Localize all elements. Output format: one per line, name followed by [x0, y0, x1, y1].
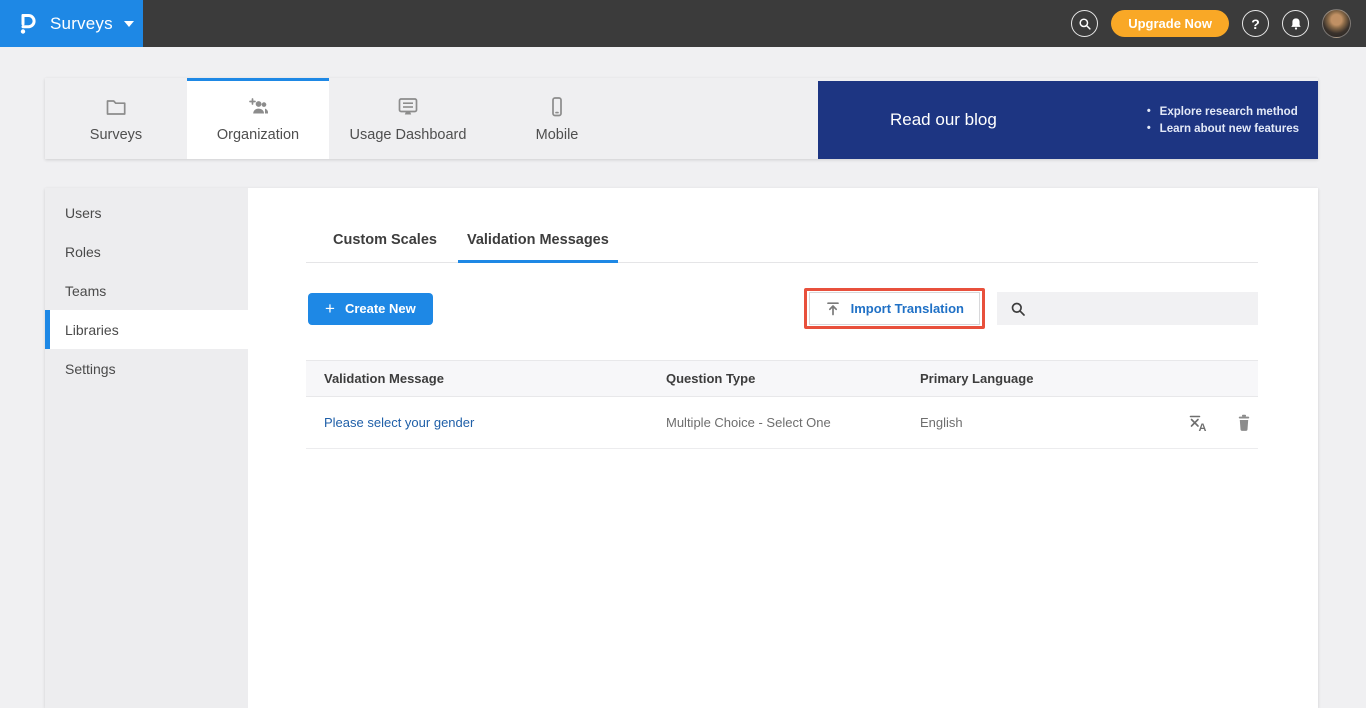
nav-tab-mobile[interactable]: Mobile: [487, 78, 627, 159]
banner-title: Read our blog: [890, 110, 997, 130]
sidebar-item-libraries[interactable]: Libraries: [45, 310, 248, 349]
table-header-row: Validation Message Question Type Primary…: [306, 360, 1258, 397]
sidebar-item-label: Libraries: [65, 322, 119, 338]
search-input[interactable]: [1034, 292, 1258, 325]
question-type-cell: Multiple Choice - Select One: [648, 415, 902, 430]
banner-bullet-item: • Learn about new features: [1147, 123, 1299, 135]
sidebar-item-label: Users: [65, 205, 102, 221]
trash-icon[interactable]: [1232, 411, 1256, 435]
table-row: Please select your gender Multiple Choic…: [306, 397, 1258, 449]
main-card: Users Roles Teams Libraries Settings Cus…: [45, 188, 1318, 708]
topbar: Surveys Upgrade Now ?: [0, 0, 1366, 47]
sidebar-item-users[interactable]: Users: [45, 193, 248, 232]
validation-message-link[interactable]: Please select your gender: [324, 415, 474, 430]
sidebar-item-label: Roles: [65, 244, 101, 260]
blog-banner[interactable]: Read our blog • Explore research method …: [818, 81, 1318, 159]
banner-bullet-item: • Explore research method: [1147, 106, 1299, 118]
product-name: Surveys: [50, 14, 113, 34]
create-new-button[interactable]: + Create New: [308, 293, 433, 325]
plus-icon: +: [325, 300, 335, 317]
header-primary-language: Primary Language: [902, 371, 1140, 386]
table-search-box[interactable]: [997, 292, 1258, 325]
dashboard-icon: [395, 94, 421, 120]
nav-tab-usage-dashboard[interactable]: Usage Dashboard: [329, 78, 487, 159]
header-validation-message: Validation Message: [306, 371, 648, 386]
product-switcher[interactable]: Surveys: [0, 0, 143, 47]
bullet-dot-icon: •: [1147, 106, 1151, 117]
search-icon: [1078, 17, 1092, 31]
sidebar-item-roles[interactable]: Roles: [45, 232, 248, 271]
tab-validation-messages[interactable]: Validation Messages: [465, 232, 611, 262]
banner-bullet-text: Learn about new features: [1160, 123, 1299, 135]
banner-bullet-list: • Explore research method • Learn about …: [1147, 106, 1299, 135]
svg-text:A: A: [1199, 422, 1207, 434]
avatar[interactable]: [1322, 9, 1351, 38]
people-add-icon: [245, 94, 271, 120]
search-icon: [1010, 301, 1026, 317]
nav-tab-organization[interactable]: Organization: [187, 78, 329, 159]
library-tabs: Custom Scales Validation Messages: [306, 232, 1258, 263]
organization-sidebar: Users Roles Teams Libraries Settings: [45, 188, 248, 708]
caret-down-icon: [124, 21, 134, 27]
nav-tab-label: Organization: [217, 127, 299, 143]
notifications-button[interactable]: [1282, 10, 1309, 37]
tab-custom-scales[interactable]: Custom Scales: [331, 232, 439, 262]
sidebar-item-settings[interactable]: Settings: [45, 349, 248, 388]
row-actions: A: [1140, 411, 1258, 435]
import-translation-wrap: Import Translation: [809, 292, 980, 325]
sidebar-item-teams[interactable]: Teams: [45, 271, 248, 310]
banner-bullet-text: Explore research method: [1160, 106, 1298, 118]
question-mark-icon: ?: [1251, 16, 1260, 32]
header-question-type: Question Type: [648, 371, 902, 386]
sidebar-item-label: Teams: [65, 283, 106, 299]
import-translation-label: Import Translation: [851, 301, 964, 316]
folder-icon: [103, 94, 129, 120]
upgrade-now-button[interactable]: Upgrade Now: [1111, 10, 1229, 37]
topbar-actions: Upgrade Now ?: [1071, 0, 1351, 47]
global-search-button[interactable]: [1071, 10, 1098, 37]
tab-label: Validation Messages: [467, 232, 609, 248]
nav-tab-label: Mobile: [536, 127, 579, 143]
bullet-dot-icon: •: [1147, 123, 1151, 134]
help-button[interactable]: ?: [1242, 10, 1269, 37]
create-new-label: Create New: [345, 301, 416, 316]
primary-language-cell: English: [902, 415, 1140, 430]
import-translation-button[interactable]: Import Translation: [809, 292, 980, 325]
translate-icon[interactable]: A: [1186, 411, 1210, 435]
primary-nav-card: Surveys Organization Usage Dashboard: [45, 78, 1318, 159]
actions-row: + Create New Import Translation: [306, 292, 1258, 325]
nav-tab-label: Surveys: [90, 127, 142, 143]
tab-label: Custom Scales: [333, 232, 437, 248]
sidebar-item-label: Settings: [65, 361, 116, 377]
nav-tab-label: Usage Dashboard: [350, 127, 467, 143]
nav-tab-surveys[interactable]: Surveys: [45, 78, 187, 159]
questionpro-logo-icon: [15, 11, 41, 37]
libraries-content: Custom Scales Validation Messages + Crea…: [248, 188, 1318, 708]
upload-icon: [825, 301, 841, 317]
validation-messages-table: Validation Message Question Type Primary…: [306, 360, 1258, 449]
mobile-icon: [544, 94, 570, 120]
bell-icon: [1289, 17, 1303, 31]
